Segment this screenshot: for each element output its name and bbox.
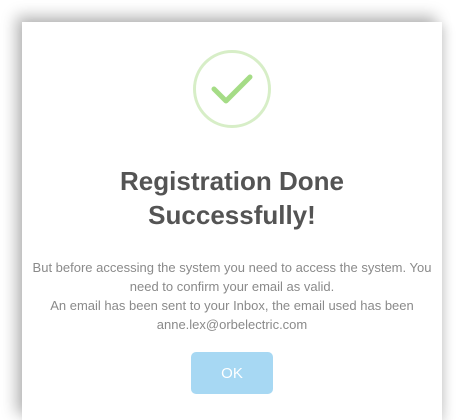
message-line-1: But before accessing the system you need… bbox=[32, 260, 432, 294]
message-line-2: An email has been sent to your Inbox, th… bbox=[50, 298, 414, 332]
dialog-message: But before accessing the system you need… bbox=[32, 258, 432, 334]
screen: Registration Done Successfully! But befo… bbox=[0, 0, 462, 420]
ok-button[interactable]: OK bbox=[191, 352, 273, 394]
success-dialog: Registration Done Successfully! But befo… bbox=[22, 22, 442, 420]
success-check-icon bbox=[193, 50, 271, 128]
checkmark-icon bbox=[211, 74, 253, 104]
dialog-title: Registration Done Successfully! bbox=[120, 166, 344, 230]
